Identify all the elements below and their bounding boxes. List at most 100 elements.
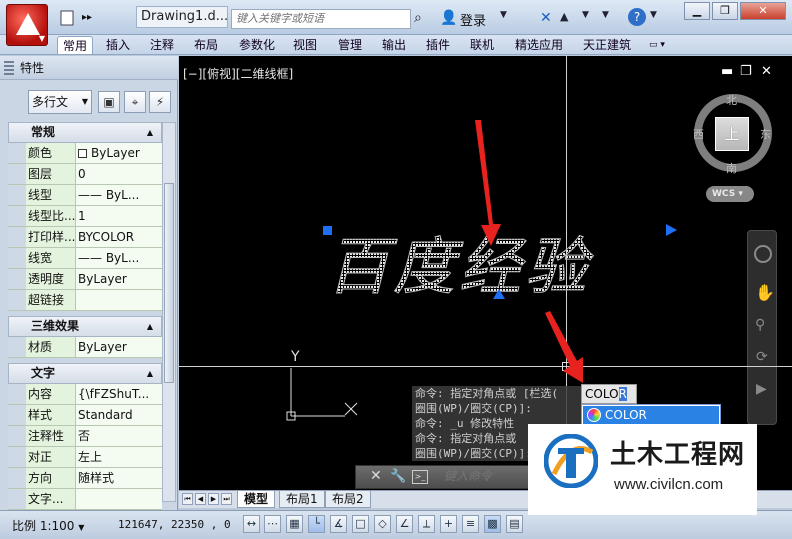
viewport-close-icon[interactable]: ✕	[761, 64, 772, 79]
new-file-icon[interactable]	[58, 9, 76, 27]
tab-model[interactable]: 模型	[237, 491, 276, 508]
chevron-down-icon[interactable]: ▼	[500, 10, 507, 20]
object-type-select[interactable]: 多行文 ▼	[28, 90, 92, 114]
tab-insert[interactable]: 插入	[101, 36, 135, 54]
pan-hand-icon[interactable]: ✋	[755, 283, 775, 302]
section-3d-effects[interactable]: 三维效果 ▲	[8, 316, 162, 337]
lineweight-button[interactable]: ≡	[462, 515, 479, 533]
application-menu-button[interactable]: ▼	[6, 4, 48, 46]
infer-constraints-button[interactable]: ↔	[243, 515, 260, 533]
minimize-button[interactable]: ▁	[684, 2, 710, 20]
help-icon[interactable]: ?	[628, 8, 646, 26]
property-row-linetype-scale[interactable]: 线型比... 1	[8, 206, 162, 227]
showmotion-icon[interactable]: ▶	[756, 381, 767, 397]
first-layout-icon[interactable]: ⏮	[182, 493, 193, 505]
command-prompt-icon[interactable]: >_	[412, 470, 428, 484]
tab-layout1[interactable]: 布局1	[279, 491, 325, 508]
autocomplete-item-color[interactable]: COLOR	[583, 406, 719, 424]
tab-output[interactable]: 输出	[377, 36, 411, 54]
tab-home[interactable]: 常用	[57, 36, 94, 54]
property-row-justify[interactable]: 对正 左上	[8, 447, 162, 468]
select-objects-icon[interactable]: ⌖	[124, 91, 146, 113]
viewport-minimize-icon[interactable]: ▬	[721, 64, 733, 79]
object-snap-tracking-button[interactable]: ∠	[396, 515, 413, 533]
collapse-icon[interactable]: ▲	[147, 364, 153, 383]
quick-properties-button[interactable]: ▤	[506, 515, 523, 533]
property-row-lineweight[interactable]: 线宽 —— ByL...	[8, 248, 162, 269]
grip-height-arrow[interactable]	[493, 289, 505, 299]
toggle-pickadd-icon[interactable]: ▣	[98, 91, 120, 113]
palette-title[interactable]: 特性	[0, 56, 178, 80]
object-snap-button[interactable]: □	[352, 515, 369, 533]
steering-wheel-icon[interactable]	[754, 245, 772, 263]
tab-plugins[interactable]: 插件	[421, 36, 455, 54]
property-row-material[interactable]: 材质 ByLayer	[8, 337, 162, 358]
property-row-linetype[interactable]: 线型 —— ByL...	[8, 185, 162, 206]
connect-icon[interactable]: ▲	[560, 10, 568, 23]
property-row-layer[interactable]: 图层 0	[8, 164, 162, 185]
dynamic-input-button[interactable]: +	[440, 515, 457, 533]
grid-display-button[interactable]: ▦	[286, 515, 303, 533]
search-binoculars-icon[interactable]: ⌕	[414, 10, 422, 26]
orbit-icon[interactable]: ⟳	[756, 349, 768, 365]
close-button[interactable]: ✕	[740, 2, 786, 20]
property-row-hyperlink[interactable]: 超链接	[8, 290, 162, 311]
quick-access-more-icon[interactable]: ▸▸	[82, 9, 92, 27]
zoom-icon[interactable]: ⚲	[755, 317, 765, 333]
polar-tracking-button[interactable]: ∡	[330, 515, 347, 533]
exchange-icon[interactable]: ✕	[540, 10, 552, 26]
collapse-icon[interactable]: ▲	[147, 317, 153, 336]
chevron-down-icon[interactable]: ▼	[602, 10, 609, 20]
annotation-scale[interactable]: 比例 1:100 ▼	[12, 517, 84, 534]
property-row-contents[interactable]: 内容 {\fFZShuT...	[8, 384, 162, 405]
prev-layout-icon[interactable]: ◀	[195, 493, 206, 505]
collapse-icon[interactable]: ▲	[147, 123, 153, 142]
wcs-menu-button[interactable]: WCS ▾	[706, 186, 754, 202]
dynamic-input-field[interactable]: COLOR	[581, 384, 637, 404]
compass-east[interactable]: 东	[760, 126, 771, 142]
chevron-down-icon[interactable]: ▼	[650, 10, 657, 20]
tab-view[interactable]: 视图	[288, 36, 322, 54]
section-text[interactable]: 文字 ▲	[8, 363, 162, 384]
ortho-mode-button[interactable]: └	[308, 515, 325, 533]
tab-online[interactable]: 联机	[465, 36, 499, 54]
transparency-button[interactable]: ▩	[484, 515, 501, 533]
tab-layout[interactable]: 布局	[189, 36, 223, 54]
property-row-transparency[interactable]: 透明度 ByLayer	[8, 269, 162, 290]
last-layout-icon[interactable]: ⏭	[221, 493, 232, 505]
login-link[interactable]: 登录	[460, 10, 486, 29]
compass-west[interactable]: 西	[693, 126, 704, 142]
section-general[interactable]: 常规 ▲	[8, 122, 162, 143]
grip-square[interactable]	[323, 226, 332, 235]
viewport-restore-icon[interactable]: ❐	[740, 64, 752, 79]
wrench-icon[interactable]: 🔧	[390, 469, 406, 484]
property-row-annotative[interactable]: 注释性 否	[8, 426, 162, 447]
tab-tangent[interactable]: 天正建筑	[578, 36, 636, 54]
tab-layout2[interactable]: 布局2	[325, 491, 371, 508]
maximize-button[interactable]: ❐	[712, 2, 738, 20]
property-row-text-extra[interactable]: 文字...	[8, 489, 162, 510]
snap-mode-button[interactable]: ⋯	[264, 515, 281, 533]
compass-north[interactable]: 北	[726, 92, 737, 108]
search-input[interactable]	[231, 9, 411, 29]
compass-south[interactable]: 南	[726, 160, 737, 176]
palette-grip-icon[interactable]	[4, 61, 14, 75]
property-row-plot-style[interactable]: 打印样... BYCOLOR	[8, 227, 162, 248]
scrollbar-thumb[interactable]	[164, 183, 174, 383]
tab-featured-apps[interactable]: 精选应用	[510, 36, 568, 54]
tab-annotate[interactable]: 注释	[145, 36, 179, 54]
palette-scrollbar[interactable]	[162, 122, 176, 502]
viewcube-top-face[interactable]: 上	[715, 117, 749, 151]
next-layout-icon[interactable]: ▶	[208, 493, 219, 505]
property-row-color[interactable]: 颜色 ByLayer	[8, 143, 162, 164]
tab-parametric[interactable]: 参数化	[234, 36, 280, 54]
3d-object-snap-button[interactable]: ◇	[374, 515, 391, 533]
tab-manage[interactable]: 管理	[333, 36, 367, 54]
viewport-controls-label[interactable]: [−][俯视][二维线框]	[183, 65, 293, 82]
ribbon-minimize-icon[interactable]: ▭ ▾	[644, 36, 670, 54]
chevron-down-icon[interactable]: ▼	[582, 10, 589, 20]
dynamic-ucs-button[interactable]: ⟂	[418, 515, 435, 533]
quick-select-icon[interactable]: ⚡	[149, 91, 171, 113]
close-icon[interactable]: ✕	[370, 468, 382, 484]
property-row-direction[interactable]: 方向 随样式	[8, 468, 162, 489]
